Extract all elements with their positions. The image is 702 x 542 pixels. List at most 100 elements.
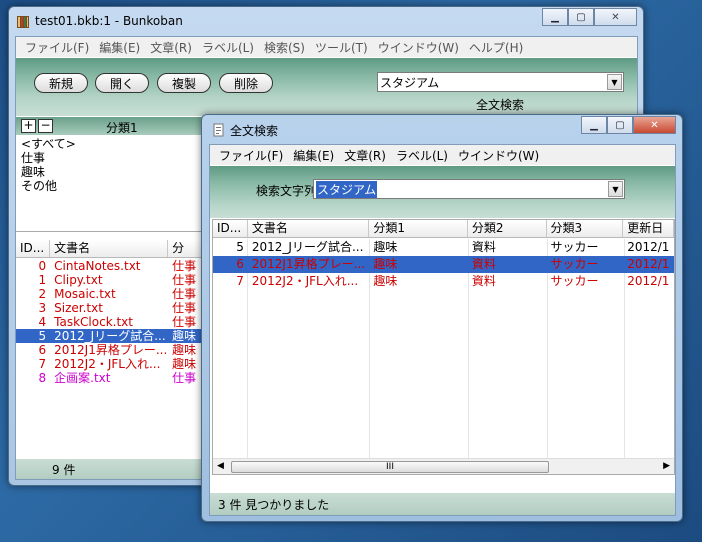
delete-button[interactable]: 削除 <box>219 73 273 93</box>
search-window[interactable]: 全文検索 ▁ ▢ ✕ ファイル(F) 編集(E) 文章(R) ラベル(L) ウインドウ(… <box>201 114 683 522</box>
search-statusbar: 3 件 見つかりました <box>210 493 675 515</box>
scroll-right-icon[interactable]: ▶ <box>663 461 670 471</box>
search-column-header[interactable]: 文書名 <box>248 220 370 237</box>
row-document-name: 企画案.txt <box>54 371 111 385</box>
main-menu-item[interactable]: ラベル(L) <box>197 39 259 56</box>
main-search-combo[interactable]: スタジアム ▼ <box>377 72 624 92</box>
row-id: 2 <box>38 287 47 301</box>
main-menu-item[interactable]: ファイル(F) <box>20 39 94 56</box>
search-menu-item[interactable]: ラベル(L) <box>391 147 453 164</box>
maximize-icon: ▢ <box>576 11 586 23</box>
category-list[interactable]: <すべて> 仕事 趣味 その他 <box>21 137 76 193</box>
bookshelf-icon <box>16 15 30 29</box>
search-titlebar[interactable]: 全文検索 ▁ ▢ ✕ <box>202 115 682 143</box>
category-item[interactable]: 趣味 <box>21 165 76 179</box>
chevron-down-icon[interactable]: ▼ <box>607 74 622 90</box>
search-results-grid[interactable]: ID... 文書名 分類1 分類2 分類3 更新日 5 2012_Jリーグ試合... 趣味 資料… <box>212 219 675 475</box>
search-column-header[interactable]: 分類2 <box>468 220 547 237</box>
search-status-text: 3 件 見つかりました <box>218 497 330 512</box>
new-button[interactable]: 新規 <box>34 73 88 93</box>
maximize-button[interactable]: ▢ <box>568 8 594 26</box>
category-item[interactable]: <すべて> <box>21 137 76 151</box>
table-row[interactable]: 2 Mosaic.txt 仕事 <box>16 287 206 301</box>
category-item[interactable]: 仕事 <box>21 151 76 165</box>
table-row[interactable]: 1 Clipy.txt 仕事 <box>16 273 206 287</box>
row-document-name: 2012_Jリーグ試合... <box>251 240 364 254</box>
search-minimize-button[interactable]: ▁ <box>581 116 607 134</box>
search-toolbar: 検索文字列: スタジアム ▼ <box>210 166 675 218</box>
main-window-title: test01.bkb:1 - Bunkoban <box>35 14 183 28</box>
table-row[interactable]: 6 2012J1昇格プレー... 趣味 <box>16 343 206 357</box>
main-menu-item[interactable]: 文章(R) <box>145 39 197 56</box>
document-list-column-header[interactable]: 文書名 <box>50 240 169 257</box>
row-category2: 資料 <box>471 257 496 271</box>
search-column-header[interactable]: 分類3 <box>547 220 624 237</box>
row-updated-date: 2012/1 <box>627 240 670 254</box>
table-row[interactable]: 7 2012J2・JFL入れ... 趣味 <box>16 357 206 371</box>
search-maximize-button[interactable]: ▢ <box>607 116 633 134</box>
search-string-combo[interactable]: スタジアム ▼ <box>313 179 625 199</box>
row-id: 7 <box>38 357 47 371</box>
main-menu-item[interactable]: ヘルプ(H) <box>464 39 528 56</box>
search-menu-item[interactable]: 文章(R) <box>339 147 391 164</box>
table-row[interactable]: 8 企画案.txt 仕事 <box>16 371 206 385</box>
scroll-grip: III <box>386 462 394 472</box>
table-row[interactable]: 0 CintaNotes.txt 仕事 <box>16 259 206 273</box>
table-row[interactable]: 5 2012_Jリーグ試合... 趣味 資料 サッカー 2012/1 <box>213 239 674 256</box>
main-search-value: スタジアム <box>380 75 440 90</box>
duplicate-button[interactable]: 複製 <box>157 73 211 93</box>
main-menu-item[interactable]: 編集(E) <box>94 39 145 56</box>
table-row[interactable]: 3 Sizer.txt 仕事 <box>16 301 206 315</box>
search-column-header[interactable]: 更新日 <box>623 220 674 237</box>
close-button[interactable]: ✕ <box>594 8 637 26</box>
search-results-header: ID... 文書名 分類1 分類2 分類3 更新日 <box>213 220 674 238</box>
row-updated-date: 2012/1 <box>627 274 670 288</box>
row-id: 6 <box>236 257 244 271</box>
main-menu-item[interactable]: ウインドウ(W) <box>373 39 464 56</box>
category-add-button[interactable]: + <box>21 119 36 133</box>
maximize-icon: ▢ <box>615 119 625 131</box>
search-menubar: ファイル(F) 編集(E) 文章(R) ラベル(L) ウインドウ(W) <box>210 145 675 165</box>
scroll-thumb[interactable]: III <box>231 461 549 473</box>
search-menu-item[interactable]: ウインドウ(W) <box>453 147 544 164</box>
row-id: 4 <box>38 315 47 329</box>
minimize-button[interactable]: ▁ <box>542 8 568 26</box>
row-document-name: Sizer.txt <box>54 301 103 315</box>
fulltext-search-label[interactable]: 全文検索 <box>476 96 524 113</box>
main-status-count: 9 件 <box>52 462 76 477</box>
search-menu-item[interactable]: 編集(E) <box>288 147 339 164</box>
main-toolbar: 新規 開く 複製 削除 スタジアム ▼ 全文検索 <box>16 58 637 116</box>
category-header: + − 分類1 <box>16 117 206 135</box>
row-category3: サッカー <box>550 274 599 288</box>
close-icon: ✕ <box>611 11 620 23</box>
row-document-name: 2012J1昇格プレー... <box>54 343 168 357</box>
table-row[interactable]: 7 2012J2・JFL入れ... 趣味 資料 サッカー 2012/1 <box>213 273 674 290</box>
document-list-header: ID... 文書名分 <box>16 240 207 258</box>
main-titlebar[interactable]: test01.bkb:1 - Bunkoban ▁ ▢ ✕ <box>9 7 643 35</box>
search-window-title: 全文検索 <box>230 124 279 138</box>
row-id: 6 <box>38 343 47 357</box>
chevron-down-icon[interactable]: ▼ <box>608 181 623 197</box>
search-client: ファイル(F) 編集(E) 文章(R) ラベル(L) ウインドウ(W) 検索文字列: ス… <box>209 144 676 516</box>
main-menu-item[interactable]: ツール(T) <box>310 39 373 56</box>
category-remove-button[interactable]: − <box>38 119 53 133</box>
open-button[interactable]: 開く <box>95 73 149 93</box>
table-row[interactable]: 4 TaskClock.txt 仕事 <box>16 315 206 329</box>
document-list[interactable]: ID... 文書名分 0 CintaNotes.txt 仕事 1 Clipy.txt 仕事 2… <box>16 240 207 458</box>
search-column-header[interactable]: ID... <box>213 220 248 237</box>
horizontal-scrollbar[interactable]: ◀ III ▶ <box>213 458 674 474</box>
row-document-name: Mosaic.txt <box>54 287 116 301</box>
scroll-left-icon[interactable]: ◀ <box>217 461 224 471</box>
row-document-name: 2012J2・JFL入れ... <box>54 357 161 371</box>
row-id: 5 <box>236 240 244 254</box>
row-document-name: 2012J1昇格プレー... <box>251 257 366 271</box>
minimize-icon: ▁ <box>551 11 559 23</box>
table-row[interactable]: 6 2012J1昇格プレー... 趣味 資料 サッカー 2012/1 <box>213 256 674 273</box>
main-menu-item[interactable]: 検索(S) <box>259 39 310 56</box>
search-column-header[interactable]: 分類1 <box>369 220 468 237</box>
document-list-column-header[interactable]: ID... <box>16 240 51 257</box>
category-item[interactable]: その他 <box>21 179 76 193</box>
table-row[interactable]: 5 2012_Jリーグ試合... 趣味 <box>16 329 206 343</box>
search-close-button[interactable]: ✕ <box>633 116 676 134</box>
search-menu-item[interactable]: ファイル(F) <box>214 147 288 164</box>
